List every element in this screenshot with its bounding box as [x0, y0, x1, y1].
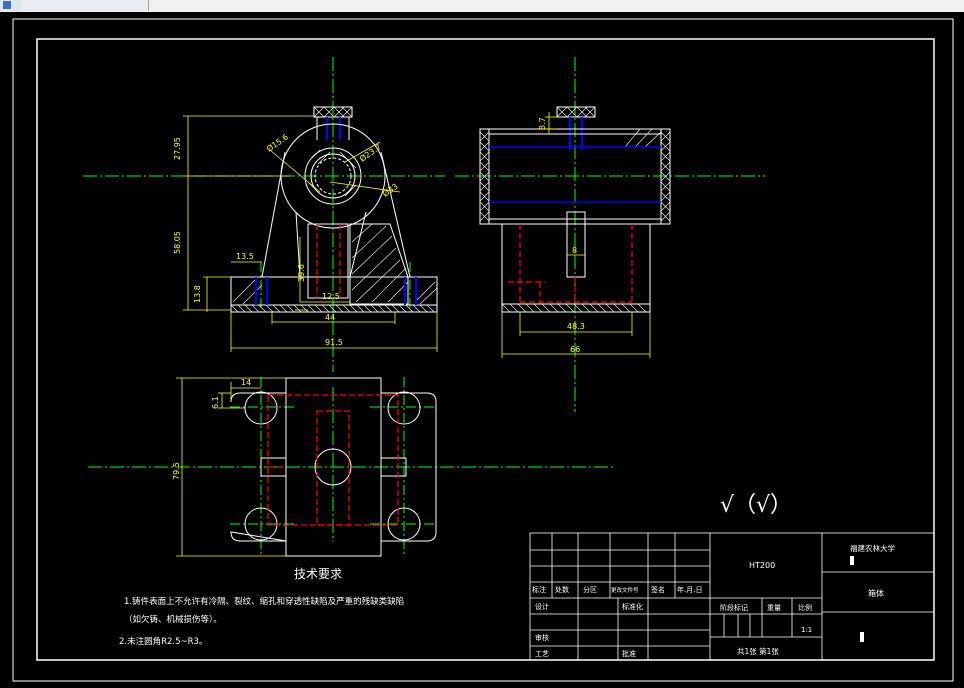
surface-roughness-symbol: √（√） [720, 493, 792, 518]
label-mark: 标注 [532, 585, 546, 594]
label-stage-mark: 阶段标记 [720, 603, 748, 612]
document-icon [3, 1, 11, 9]
side-view: 8.7 8 48.3 66 [455, 57, 765, 412]
label-review: 审核 [535, 633, 549, 642]
label-count: 处数 [555, 585, 569, 594]
tech-requirements-title: 技术要求 [294, 567, 342, 581]
part-name: 箱体 [868, 588, 884, 598]
label-signature: 签名 [651, 585, 665, 594]
dim-58-05: 58.05 [173, 231, 182, 254]
dim-44: 44 [325, 313, 335, 322]
cursor-mark-2 [860, 632, 864, 642]
drawing-canvas[interactable]: 27.95 Ø15.6 Ø23.7 Ø33 58.05 13.5 13.8 39… [0, 12, 964, 688]
label-change-doc: 更改文件号 [611, 586, 639, 594]
dim-8-7: 8.7 [538, 117, 547, 130]
document-tab[interactable] [0, 0, 23, 11]
dim-13-8: 13.8 [193, 285, 202, 303]
tech-note-1-cont: （如欠铸、机械损伤等）。 [124, 614, 222, 625]
school-name: 福建农林大学 [850, 543, 895, 553]
dim-79-5: 79.5 [172, 462, 181, 480]
outer-border [12, 18, 954, 682]
drawing-tab[interactable] [22, 0, 149, 11]
label-scale: 比例 [798, 603, 812, 612]
sheet-count: 共1张 第1张 [737, 646, 779, 656]
label-weight: 重量 [767, 604, 781, 612]
tech-note-1: 1.铸件表面上不允许有冷隔、裂纹、缩孔和穿透性缺陷及严重的残缺类缺陷 [124, 596, 404, 607]
dim-13-5: 13.5 [236, 252, 254, 261]
dim-48-3: 48.3 [567, 322, 585, 331]
dim-dia-15-6: Ø15.6 [264, 132, 289, 154]
cursor-mark [850, 556, 854, 565]
dim-12-5: 12.5 [322, 292, 340, 301]
dim-8: 8 [572, 246, 577, 255]
cad-drawing: 27.95 Ø15.6 Ø23.7 Ø33 58.05 13.5 13.8 39… [12, 18, 954, 682]
title-block-text: 标注 处数 分区 更改文件号 签名 年.月.日 设计 标准化 审核 工艺 批准 … [532, 543, 895, 658]
label-approve: 批准 [622, 649, 636, 658]
drawing-frame [36, 38, 935, 661]
label-date: 年.月.日 [677, 585, 702, 594]
top-view: 14 6.1 79.5 [88, 377, 615, 557]
dim-39-6: 39.6 [297, 264, 306, 282]
dim-27-95: 27.95 [173, 137, 182, 160]
tech-note-2: 2.未注圆角R2.5~R3。 [119, 636, 207, 647]
front-view: 27.95 Ø15.6 Ø23.7 Ø33 58.05 13.5 13.8 39… [83, 57, 445, 372]
dim-14: 14 [241, 378, 251, 387]
dim-91-5: 91.5 [325, 338, 343, 347]
material-value: HT200 [749, 561, 775, 570]
dim-66: 66 [570, 345, 580, 354]
dim-6-1: 6.1 [211, 396, 220, 409]
label-process: 工艺 [535, 650, 549, 658]
dim-dia-33: Ø33 [380, 181, 399, 199]
scale-value: 1:1 [801, 626, 812, 634]
label-standardization: 标准化 [622, 602, 643, 611]
label-design: 设计 [535, 602, 549, 611]
label-zone: 分区 [583, 585, 597, 594]
